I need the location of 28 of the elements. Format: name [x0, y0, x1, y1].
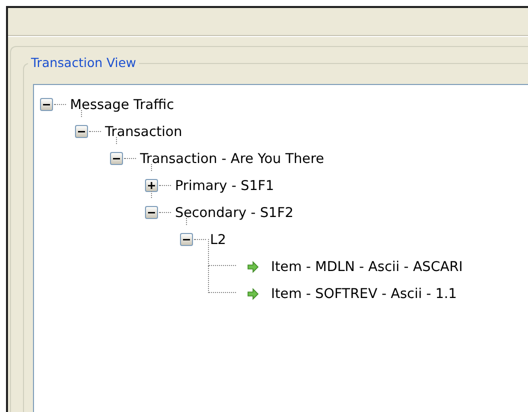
- tree-line: [186, 218, 187, 225]
- arrow-icon: [247, 260, 259, 272]
- tree-line: [194, 239, 206, 240]
- tree-line: [54, 104, 66, 105]
- tree-item-label[interactable]: Item - MDLN - Ascii - ASCARI: [271, 258, 463, 274]
- tree-line: [124, 158, 136, 159]
- tree-line: [159, 212, 171, 213]
- tree-line: [159, 185, 171, 186]
- tree-line: [81, 110, 82, 117]
- tree-toggle[interactable]: [145, 179, 158, 192]
- tree-item-label[interactable]: Message Traffic: [70, 96, 174, 112]
- tree-toggle[interactable]: [40, 98, 53, 111]
- tree-toggle[interactable]: [75, 125, 88, 138]
- tree-toggle[interactable]: [180, 233, 193, 246]
- tree-item-label[interactable]: Item - SOFTREV - Ascii - 1.1: [271, 286, 457, 302]
- tree-line: [208, 266, 236, 293]
- tree-line: [116, 137, 117, 144]
- tree-item-label[interactable]: Transaction: [105, 124, 182, 140]
- arrow-icon: [247, 288, 259, 300]
- tree-line: [151, 191, 152, 198]
- tree-item-label[interactable]: Primary - S1F1: [175, 178, 274, 194]
- tree-item-label[interactable]: Secondary - S1F2: [175, 204, 294, 220]
- tree-toggle[interactable]: [110, 152, 123, 165]
- tree-line: [89, 131, 101, 132]
- tree-toggle[interactable]: [145, 206, 158, 219]
- tree-item-label[interactable]: L2: [210, 232, 226, 248]
- tree-line: [151, 164, 152, 171]
- tree-item-label[interactable]: Transaction - Are You There: [140, 150, 324, 166]
